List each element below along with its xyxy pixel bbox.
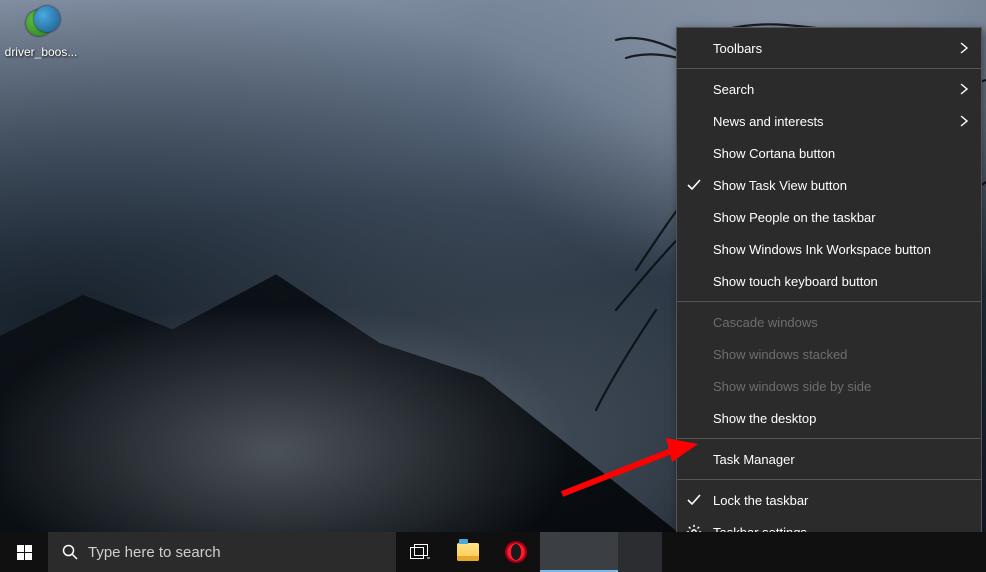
taskbar-app-inactive[interactable] <box>618 532 662 572</box>
menu-item-label: Show windows side by side <box>713 379 871 394</box>
menu-separator <box>677 438 981 439</box>
menu-item-show-desktop[interactable]: Show the desktop <box>677 402 981 434</box>
menu-item-show-touch-keyboard[interactable]: Show touch keyboard button <box>677 265 981 297</box>
menu-item-label: Show Cortana button <box>713 146 835 161</box>
menu-item-show-cortana[interactable]: Show Cortana button <box>677 137 981 169</box>
menu-item-show-side-by-side: Show windows side by side <box>677 370 981 402</box>
chevron-right-icon <box>957 82 971 96</box>
taskbar[interactable]: Type here to search <box>0 532 986 572</box>
check-icon <box>686 492 702 508</box>
menu-separator <box>677 68 981 69</box>
menu-item-label: Show the desktop <box>713 411 816 426</box>
task-view-button[interactable] <box>396 532 444 572</box>
menu-item-label: Show touch keyboard button <box>713 274 878 289</box>
menu-item-lock-taskbar[interactable]: Lock the taskbar <box>677 484 981 516</box>
menu-item-label: News and interests <box>713 114 824 129</box>
taskbar-app-opera[interactable] <box>492 532 540 572</box>
taskbar-search-box[interactable]: Type here to search <box>48 532 396 572</box>
menu-item-cascade-windows: Cascade windows <box>677 306 981 338</box>
menu-item-toolbars[interactable]: Toolbars <box>677 32 981 64</box>
desktop-icon-driver-booster[interactable]: driver_boos... <box>2 0 80 59</box>
menu-item-label: Task Manager <box>713 452 795 467</box>
taskbar-app-file-explorer[interactable] <box>444 532 492 572</box>
menu-item-show-task-view[interactable]: Show Task View button <box>677 169 981 201</box>
chevron-right-icon <box>957 114 971 128</box>
menu-item-search[interactable]: Search <box>677 73 981 105</box>
search-placeholder: Type here to search <box>88 544 221 561</box>
menu-item-label: Lock the taskbar <box>713 493 808 508</box>
search-icon <box>62 544 78 560</box>
menu-separator <box>677 301 981 302</box>
opera-icon <box>505 541 527 563</box>
driver-booster-icon <box>20 2 62 44</box>
menu-item-label: Show windows stacked <box>713 347 847 362</box>
taskbar-app-active-window[interactable] <box>540 532 618 572</box>
taskbar-app-area <box>444 532 662 572</box>
menu-item-label: Search <box>713 82 754 97</box>
menu-item-task-manager[interactable]: Task Manager <box>677 443 981 475</box>
menu-item-show-people[interactable]: Show People on the taskbar <box>677 201 981 233</box>
menu-item-label: Show Windows Ink Workspace button <box>713 242 931 257</box>
menu-item-show-ink-workspace[interactable]: Show Windows Ink Workspace button <box>677 233 981 265</box>
menu-item-label: Toolbars <box>713 41 762 56</box>
check-icon <box>686 177 702 193</box>
wallpaper-mist <box>0 313 690 542</box>
menu-item-label: Show Task View button <box>713 178 847 193</box>
taskbar-context-menu: Toolbars Search News and interests Show … <box>676 27 982 553</box>
chevron-right-icon <box>957 41 971 55</box>
menu-separator <box>677 479 981 480</box>
file-explorer-icon <box>457 543 479 561</box>
menu-item-label: Cascade windows <box>713 315 818 330</box>
menu-item-label: Show People on the taskbar <box>713 210 876 225</box>
desktop-icon-label: driver_boos... <box>2 45 80 59</box>
start-button[interactable] <box>0 532 48 572</box>
windows-logo-icon <box>17 545 32 560</box>
task-view-icon <box>410 544 430 560</box>
menu-item-show-stacked: Show windows stacked <box>677 338 981 370</box>
menu-item-news-interests[interactable]: News and interests <box>677 105 981 137</box>
